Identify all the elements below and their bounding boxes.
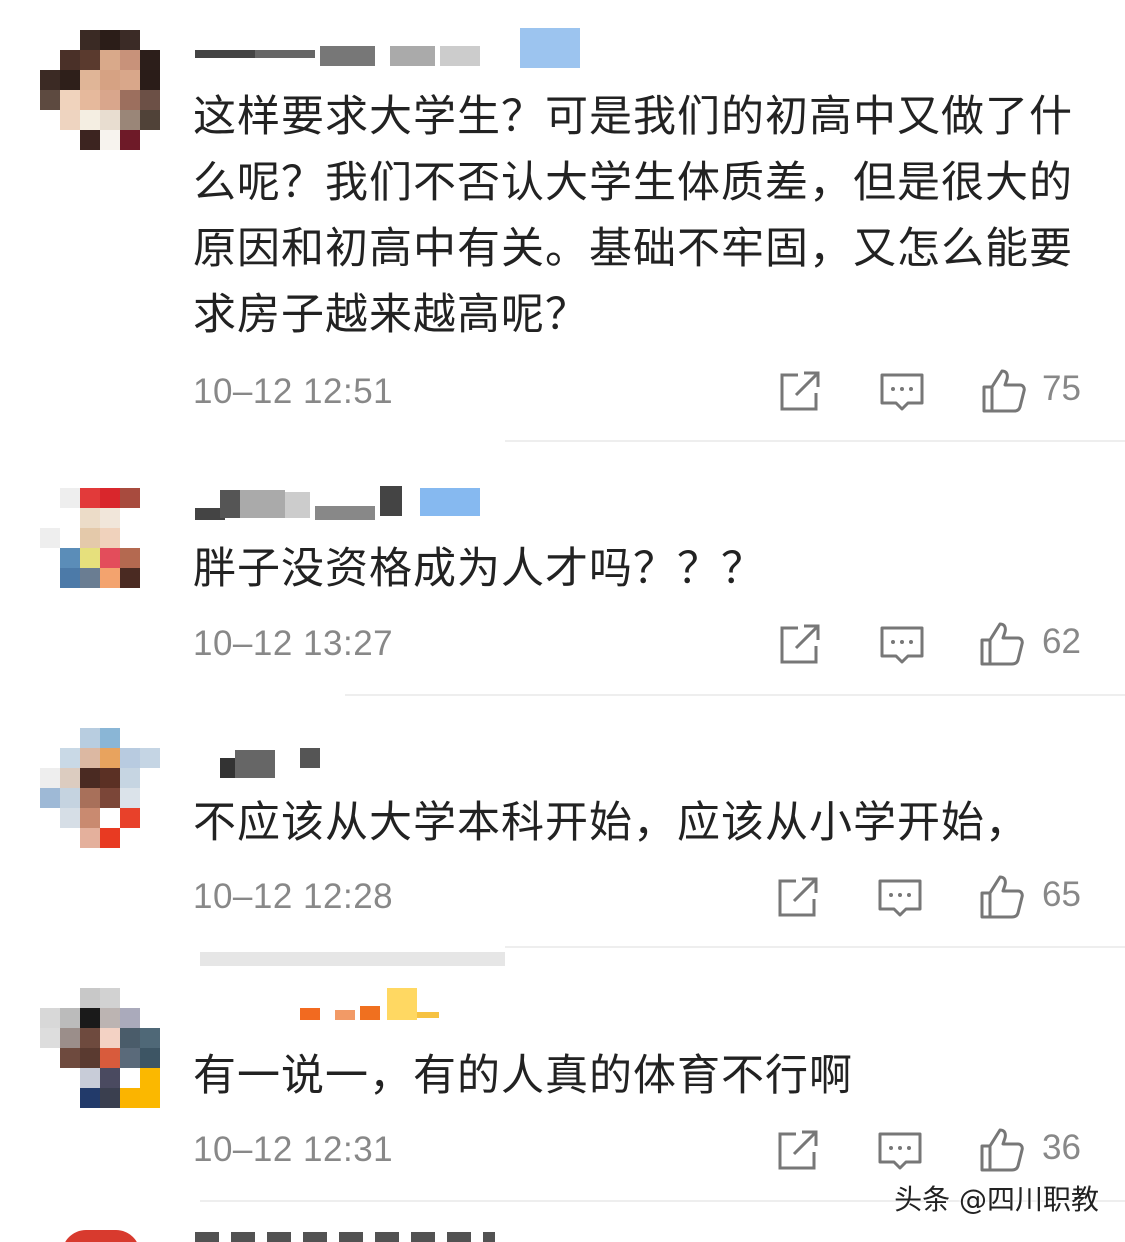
comment-text: 胖子没资格成为人才吗？？？	[193, 544, 765, 594]
username-redacted[interactable]	[195, 486, 595, 526]
comment-time: 10–12 12:31	[193, 1130, 394, 1169]
comment-actions: 62	[770, 620, 1090, 670]
comment-actions: 65	[770, 873, 1090, 923]
thumbs-up-icon[interactable]	[978, 873, 1026, 921]
comment-time: 10–12 12:51	[193, 372, 394, 411]
avatar[interactable]	[62, 1230, 140, 1242]
like-count: 36	[1042, 1128, 1081, 1167]
avatar[interactable]	[40, 30, 160, 150]
comment-text: 不应该从大学本科开始，应该从小学开始，	[193, 798, 1029, 848]
username-redacted[interactable]	[195, 28, 595, 68]
username-redacted[interactable]	[195, 986, 595, 1026]
thumbs-up-icon[interactable]	[978, 620, 1026, 668]
comment-text: 有一说一，有的人真的体育不行啊	[193, 1051, 853, 1101]
share-icon[interactable]	[774, 873, 822, 921]
reply-icon[interactable]	[876, 873, 924, 921]
like-count: 75	[1042, 369, 1081, 408]
reply-icon[interactable]	[876, 1126, 924, 1174]
username-redacted[interactable]	[195, 740, 595, 780]
avatar[interactable]	[40, 728, 160, 848]
thumbs-up-icon[interactable]	[980, 367, 1028, 415]
divider	[505, 440, 1125, 442]
like-count: 62	[1042, 622, 1081, 661]
avatar[interactable]	[40, 488, 160, 608]
comment-text: 这样要求大学生？可是我们的初高中又做了什么呢？我们不否认大学生体质差，但是很大的…	[193, 92, 1073, 340]
thumbs-up-icon[interactable]	[978, 1126, 1026, 1174]
share-icon[interactable]	[776, 620, 824, 668]
watermark: 头条 @四川职教	[894, 1183, 1099, 1216]
comment-text-cutoff	[195, 1232, 495, 1242]
reply-icon[interactable]	[878, 367, 926, 415]
like-count: 65	[1042, 875, 1081, 914]
redaction-bar	[200, 952, 505, 966]
share-icon[interactable]	[776, 367, 824, 415]
comment-actions: 36	[770, 1126, 1090, 1176]
share-icon[interactable]	[774, 1126, 822, 1174]
comment-time: 10–12 12:28	[193, 877, 394, 916]
divider	[345, 694, 1125, 696]
avatar[interactable]	[40, 988, 160, 1108]
comment-actions: 75	[770, 367, 1090, 417]
comment-time: 10–12 13:27	[193, 624, 394, 663]
divider	[505, 946, 1125, 948]
reply-icon[interactable]	[878, 620, 926, 668]
